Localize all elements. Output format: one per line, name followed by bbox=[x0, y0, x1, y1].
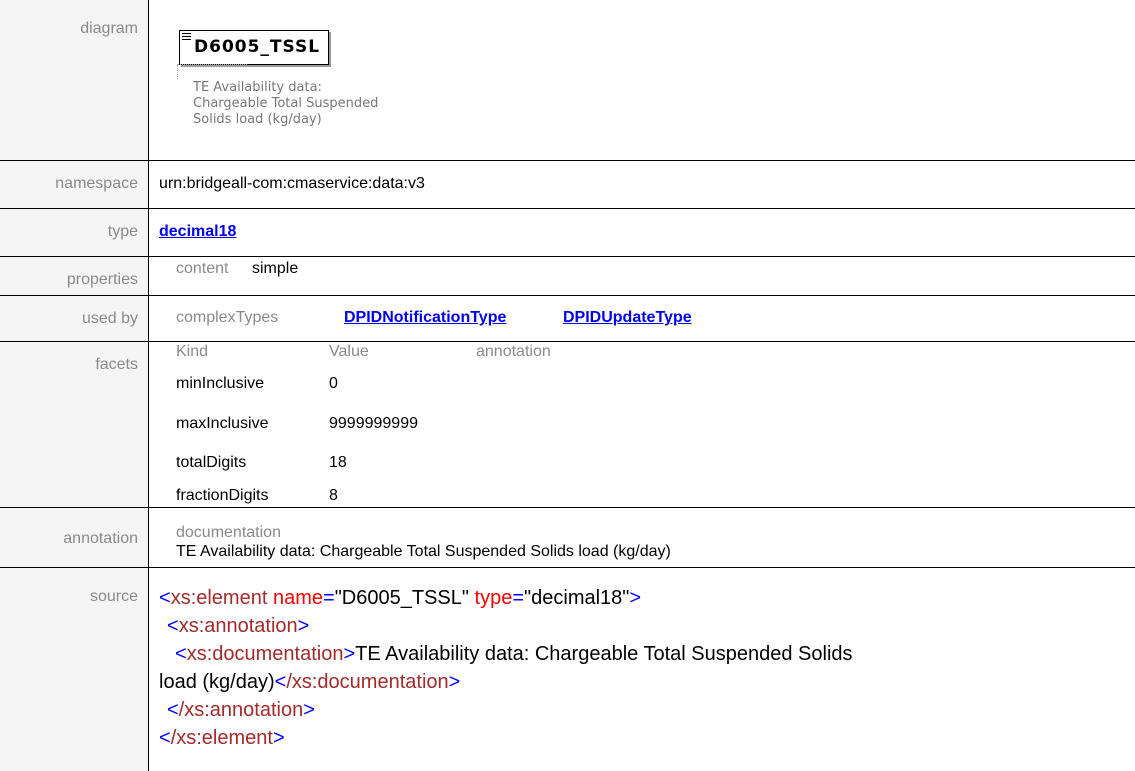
label-used-by: used by bbox=[0, 296, 148, 341]
connector-line bbox=[177, 64, 247, 66]
connector-line bbox=[177, 65, 179, 79]
row-annotation: annotation documentation TE Availability… bbox=[0, 508, 1135, 567]
properties-cell: content simple bbox=[149, 257, 1135, 295]
type-link[interactable]: decimal18 bbox=[159, 223, 236, 241]
source-line: <xs:annotation> bbox=[167, 615, 310, 637]
properties-key: content bbox=[176, 260, 229, 277]
facets-header-kind: Kind bbox=[176, 343, 209, 360]
annotation-key: documentation bbox=[176, 524, 281, 541]
label-namespace: namespace bbox=[0, 161, 148, 208]
element-name: D6005_TSSL bbox=[194, 37, 321, 57]
row-namespace: namespace urn:bridgeall-com:cmaservice:d… bbox=[0, 161, 1135, 208]
row-used-by: used by complexTypes DPIDNotificationTyp… bbox=[0, 296, 1135, 341]
label-properties: properties bbox=[0, 257, 148, 295]
type-cell: decimal18 bbox=[149, 209, 1135, 256]
facets-cell: Kind Value annotation minInclusive 0 max… bbox=[149, 342, 1135, 507]
element-flag-icon bbox=[182, 33, 191, 42]
diagram-cell: D6005_TSSL TE Availability data: Chargea… bbox=[149, 0, 1135, 160]
label-annotation: annotation bbox=[0, 508, 148, 567]
namespace-value: urn:bridgeall-com:cmaservice:data:v3 bbox=[159, 175, 425, 192]
used-by-link-dpidupdatetype[interactable]: DPIDUpdateType bbox=[563, 309, 692, 327]
facet-kind: totalDigits bbox=[176, 454, 247, 471]
label-diagram: diagram bbox=[0, 0, 148, 160]
properties-value: simple bbox=[252, 260, 299, 277]
row-source: source <xs:element name="D6005_TSSL" typ… bbox=[0, 568, 1135, 771]
facet-kind: minInclusive bbox=[176, 375, 265, 392]
source-cell: <xs:element name="D6005_TSSL" type="deci… bbox=[149, 568, 1135, 771]
diagram-documentation: TE Availability data: Chargeable Total S… bbox=[193, 80, 379, 127]
facets-header-annotation: annotation bbox=[476, 343, 551, 360]
source-line: load (kg/day)</xs:documentation> bbox=[159, 671, 461, 693]
schema-doc-table: diagram D6005_TSSL TE Availability data:… bbox=[0, 0, 1135, 771]
source-code: <xs:element name="D6005_TSSL" type="deci… bbox=[159, 584, 1119, 752]
row-facets: facets Kind Value annotation minInclusiv… bbox=[0, 342, 1135, 507]
annotation-text: TE Availability data: Chargeable Total S… bbox=[176, 543, 671, 560]
label-facets: facets bbox=[0, 342, 148, 507]
used-by-key: complexTypes bbox=[176, 309, 279, 326]
source-line: </xs:element> bbox=[159, 727, 285, 749]
row-type: type decimal18 bbox=[0, 209, 1135, 256]
label-type: type bbox=[0, 209, 148, 256]
used-by-cell: complexTypes DPIDNotificationType DPIDUp… bbox=[149, 296, 1135, 341]
source-line: <xs:documentation>TE Availability data: … bbox=[175, 643, 853, 665]
facet-kind: maxInclusive bbox=[176, 415, 269, 432]
row-properties: properties content simple bbox=[0, 257, 1135, 295]
facet-value: 8 bbox=[329, 487, 338, 504]
facet-value: 0 bbox=[329, 375, 338, 392]
facet-kind: fractionDigits bbox=[176, 487, 269, 504]
facet-value: 18 bbox=[329, 454, 347, 471]
annotation-cell: documentation TE Availability data: Char… bbox=[149, 508, 1135, 567]
source-line: <xs:element name="D6005_TSSL" type="deci… bbox=[159, 587, 642, 609]
element-box[interactable]: D6005_TSSL bbox=[179, 30, 329, 65]
row-diagram: diagram D6005_TSSL TE Availability data:… bbox=[0, 0, 1135, 160]
label-source: source bbox=[0, 568, 148, 771]
namespace-cell: urn:bridgeall-com:cmaservice:data:v3 bbox=[149, 161, 1135, 208]
used-by-link-dpidnotificationtype[interactable]: DPIDNotificationType bbox=[344, 309, 506, 327]
facets-header-value: Value bbox=[329, 343, 369, 360]
facet-value: 9999999999 bbox=[329, 415, 418, 432]
source-line: </xs:annotation> bbox=[167, 699, 315, 721]
